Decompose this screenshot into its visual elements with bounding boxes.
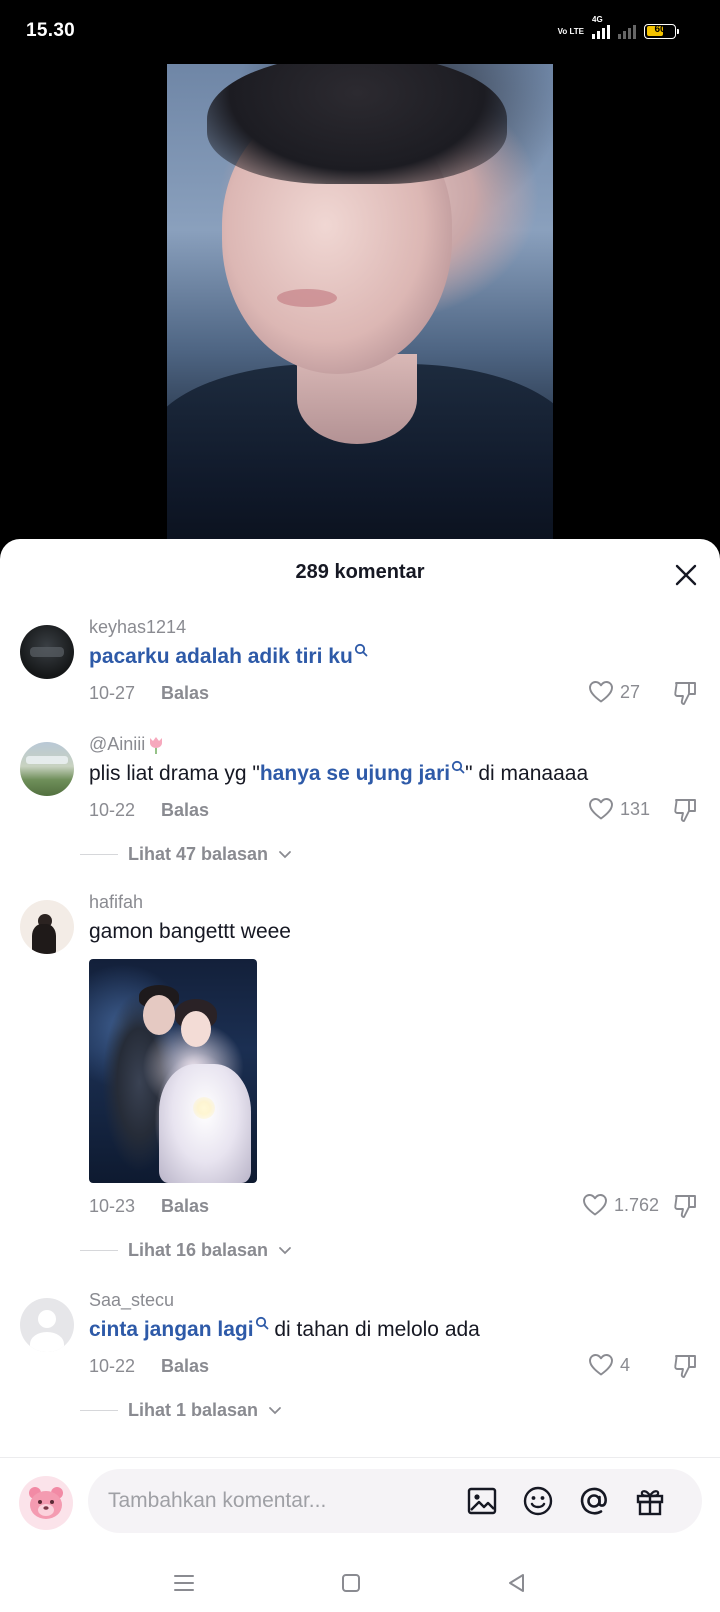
gift-icon[interactable]: [634, 1485, 666, 1517]
video-figure-lips: [277, 289, 337, 307]
avatar[interactable]: [20, 625, 74, 679]
heart-icon: [589, 681, 613, 703]
battery-icon: 60: [644, 23, 679, 39]
user-avatar[interactable]: [19, 1476, 73, 1530]
avatar[interactable]: [20, 900, 74, 954]
comment-list[interactable]: keyhas1214 pacarku adalah adik tiri ku 1…: [0, 539, 720, 1459]
network-type: 4G: [592, 15, 603, 24]
reply-button[interactable]: Balas: [161, 683, 209, 704]
status-icons: Vo LTE 4G 60: [557, 15, 679, 42]
comment-image[interactable]: [89, 959, 257, 1183]
home-icon[interactable]: [338, 1570, 364, 1596]
chevron-down-icon: [269, 1406, 281, 1414]
video-figure-hair: [207, 64, 507, 184]
reply-button[interactable]: Balas: [161, 800, 209, 821]
chevron-down-icon: [279, 1246, 291, 1254]
search-icon: [451, 760, 465, 774]
like-button[interactable]: 4: [588, 1353, 630, 1377]
mention-icon[interactable]: [578, 1485, 610, 1517]
comment-date: 10-27: [89, 683, 136, 703]
comment-date: 10-23: [89, 1196, 136, 1216]
avatar[interactable]: [20, 1298, 74, 1352]
comment-input[interactable]: [108, 1469, 448, 1533]
status-bar: 15.30 Vo LTE 4G 60: [0, 0, 720, 64]
like-count: 27: [620, 681, 641, 702]
view-replies-button[interactable]: Lihat 47 balasan: [80, 844, 292, 865]
heart-icon: [589, 1354, 613, 1376]
comment-date: 10-22: [89, 800, 136, 820]
volte-icon: Vo LTE: [557, 26, 584, 36]
comment-input-bar: [0, 1458, 720, 1558]
search-icon: [354, 643, 368, 657]
comment-username[interactable]: Saa_stecu: [89, 1290, 174, 1311]
chevron-down-icon: [279, 850, 291, 858]
signal-2-icon: [618, 23, 636, 39]
menu-icon[interactable]: [171, 1570, 197, 1596]
like-button[interactable]: 131: [588, 797, 650, 821]
signal-icon: 4G: [592, 15, 610, 39]
like-count: 4: [620, 1354, 631, 1375]
avatar[interactable]: [20, 742, 74, 796]
view-replies-button[interactable]: Lihat 1 balasan: [80, 1400, 282, 1421]
dislike-icon[interactable]: [672, 1352, 700, 1380]
search-icon: [255, 1316, 268, 1330]
comment-text: pacarku adalah adik tiri ku: [89, 643, 368, 669]
heart-icon: [583, 1194, 607, 1216]
like-button[interactable]: 27: [588, 680, 640, 704]
video-player[interactable]: [167, 64, 553, 539]
comment-date: 10-22: [89, 1356, 136, 1376]
heart-icon: [589, 798, 613, 820]
comment-text: plis liat drama yg "hanya se ujung jari "…: [89, 760, 589, 785]
comment-text: gamon bangettt weee: [89, 920, 291, 943]
search-link[interactable]: cinta jangan lagi: [89, 1318, 254, 1341]
view-replies-button[interactable]: Lihat 16 balasan: [80, 1240, 292, 1261]
search-link[interactable]: hanya se ujung jari: [260, 762, 450, 785]
tulip-icon: [150, 737, 163, 755]
dislike-icon[interactable]: [672, 1192, 700, 1220]
like-count: 1.762: [614, 1194, 660, 1215]
like-count: 131: [620, 798, 651, 819]
battery-level: 60: [654, 23, 666, 35]
emoji-icon[interactable]: [522, 1485, 554, 1517]
reply-button[interactable]: Balas: [161, 1196, 209, 1217]
comment-text: cinta jangan lagi di tahan di melolo ada: [89, 1316, 480, 1341]
status-time: 15.30: [26, 20, 76, 41]
comment-username[interactable]: @Ainiii: [89, 734, 165, 755]
bear-avatar-icon: [29, 1487, 63, 1519]
like-button[interactable]: 1.762: [582, 1193, 659, 1217]
dislike-icon[interactable]: [672, 679, 700, 707]
system-nav-bar: [0, 1558, 720, 1612]
back-icon[interactable]: [504, 1570, 530, 1596]
reply-button[interactable]: Balas: [161, 1356, 209, 1377]
comment-field[interactable]: [88, 1469, 702, 1533]
dislike-icon[interactable]: [672, 796, 700, 824]
comment-username[interactable]: keyhas1214: [89, 617, 186, 638]
comment-sheet: 289 komentar keyhas1214 pacarku adalah a…: [0, 539, 720, 1612]
search-link[interactable]: pacarku adalah adik tiri ku: [89, 645, 353, 668]
image-icon[interactable]: [466, 1485, 498, 1517]
comment-username[interactable]: hafifah: [89, 892, 143, 913]
